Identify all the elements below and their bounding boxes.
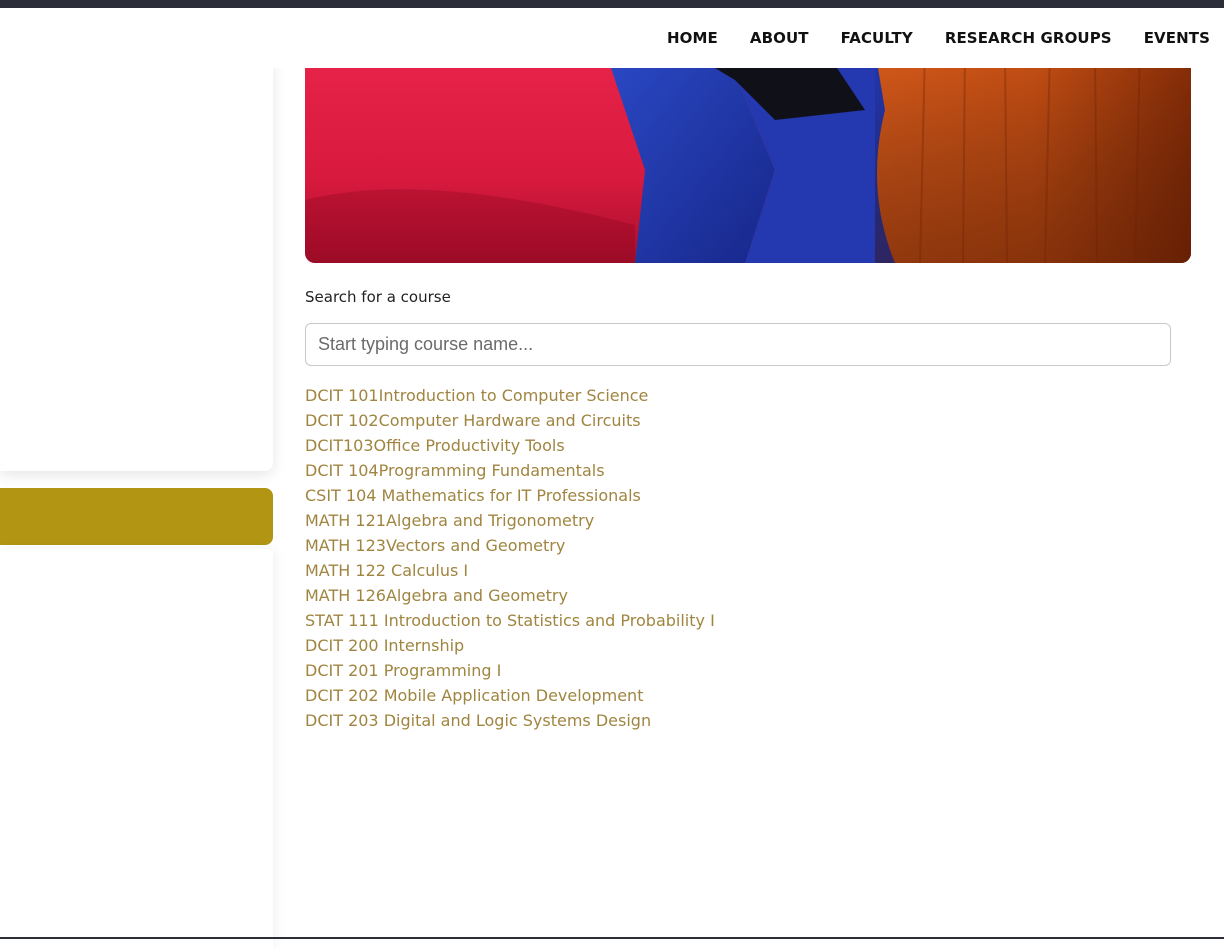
course-link[interactable]: DCIT 200 Internship (305, 633, 715, 658)
main-navigation: HOME ABOUT FACULTY RESEARCH GROUPS EVENT… (0, 8, 1224, 68)
top-bar (0, 0, 1224, 8)
course-link[interactable]: MATH 121Algebra and Trigonometry (305, 508, 715, 533)
sidebar-accent-bar (0, 488, 273, 545)
nav-links: HOME ABOUT FACULTY RESEARCH GROUPS EVENT… (667, 8, 1210, 68)
nav-about[interactable]: ABOUT (750, 29, 809, 47)
course-link[interactable]: STAT 111 Introduction to Statistics and … (305, 608, 715, 633)
hero-photo (305, 50, 1191, 263)
course-link[interactable]: MATH 122 Calculus I (305, 558, 715, 583)
course-link[interactable]: DCIT 203 Digital and Logic Systems Desig… (305, 708, 715, 733)
course-list: DCIT 101Introduction to Computer Science… (305, 383, 715, 733)
course-search-input[interactable] (305, 323, 1171, 366)
course-link[interactable]: MATH 126Algebra and Geometry (305, 583, 715, 608)
nav-events[interactable]: EVENTS (1144, 29, 1210, 47)
nav-home[interactable]: HOME (667, 29, 718, 47)
course-link[interactable]: DCIT 201 Programming I (305, 658, 715, 683)
course-link[interactable]: CSIT 104 Mathematics for IT Professional… (305, 483, 715, 508)
course-link[interactable]: DCIT 101Introduction to Computer Science (305, 383, 715, 408)
search-label: Search for a course (305, 288, 451, 306)
nav-research-groups[interactable]: RESEARCH GROUPS (945, 29, 1112, 47)
sidebar-card (0, 60, 273, 471)
course-link[interactable]: DCIT 102Computer Hardware and Circuits (305, 408, 715, 433)
course-link[interactable]: DCIT103Office Productivity Tools (305, 433, 715, 458)
course-link[interactable]: DCIT 104Programming Fundamentals (305, 458, 715, 483)
course-link[interactable]: MATH 123Vectors and Geometry (305, 533, 715, 558)
nav-faculty[interactable]: FACULTY (841, 29, 913, 47)
sidebar-panel (0, 549, 273, 949)
course-link[interactable]: DCIT 202 Mobile Application Development (305, 683, 715, 708)
hero-image (305, 50, 1191, 263)
